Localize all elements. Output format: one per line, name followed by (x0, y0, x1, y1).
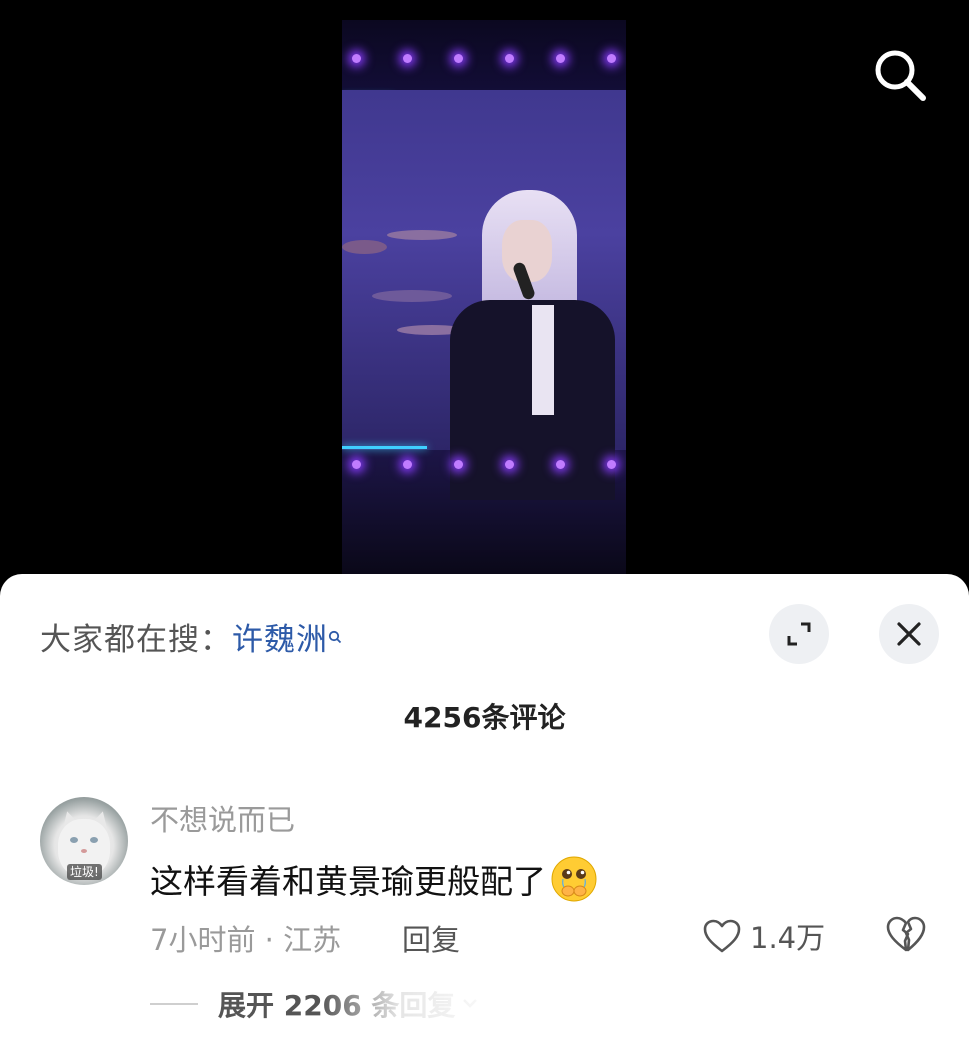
close-button[interactable] (879, 604, 939, 664)
comment-time-location: 7小时前 · 江苏 (150, 923, 342, 957)
avatar[interactable]: 垃圾! (40, 797, 128, 885)
like-button[interactable]: 1.4万 (702, 915, 825, 957)
expand-divider (150, 1003, 198, 1005)
reply-button[interactable]: 回复 (402, 917, 460, 959)
expand-icon (787, 622, 811, 646)
stage-light-beam (342, 446, 427, 449)
username[interactable]: 不想说而已 (150, 797, 295, 839)
comment-text: 这样看着和黄景瑜更般配了 (150, 862, 546, 901)
dislike-button[interactable] (885, 915, 927, 957)
comment-body[interactable]: 这样看着和黄景瑜更般配了 (150, 855, 598, 903)
comment-count-title: 4256条评论 (403, 701, 566, 734)
hot-search-bar[interactable]: 大家都在搜：许魏洲 (40, 614, 342, 659)
expand-button[interactable] (769, 604, 829, 664)
video-frame[interactable] (342, 20, 626, 575)
hot-search-keyword[interactable]: 许魏洲 (232, 622, 328, 658)
stage-screen (342, 90, 626, 500)
crying-emoji-icon (550, 855, 598, 903)
avatar-caption: 垃圾! (67, 864, 102, 880)
bottom-fade-overlay (320, 975, 640, 1035)
search-icon (875, 50, 926, 101)
video-player[interactable] (0, 0, 969, 600)
stage-lights-bottom (352, 460, 616, 469)
search-button[interactable] (872, 47, 928, 103)
keyword-search-icon (328, 618, 342, 654)
close-icon (897, 622, 921, 646)
stage-lights-top (352, 54, 616, 63)
broken-heart-icon (886, 916, 926, 952)
heart-icon (703, 919, 741, 953)
hot-search-prefix: 大家都在搜： (40, 622, 232, 658)
like-count: 1.4万 (750, 921, 826, 955)
